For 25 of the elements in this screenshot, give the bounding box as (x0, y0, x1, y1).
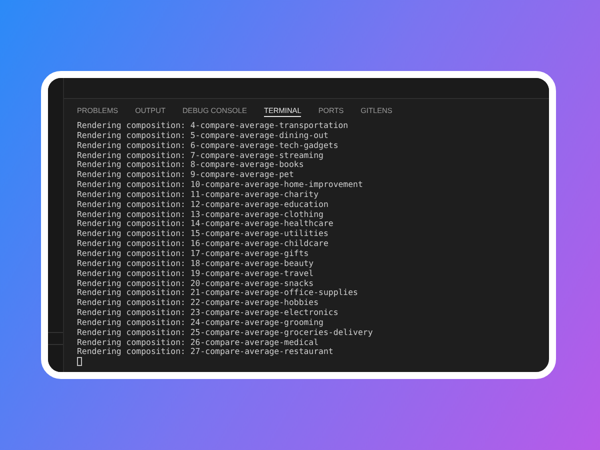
terminal-line: Rendering composition: 27-compare-average-restaurant (77, 347, 334, 358)
terminal-line: Rendering composition: 17-compare-average-gifts (77, 248, 309, 259)
terminal-line: Rendering composition: 18-compare-average-beauty (77, 258, 314, 269)
terminal-cursor (77, 357, 82, 366)
terminal-line: Rendering composition: 22-compare-average-hobbies (77, 298, 319, 308)
terminal-line: Rendering composition: 8-compare-average-books (77, 160, 304, 170)
terminal-line: Rendering composition: 25-compare-average-groceries-delivery (77, 328, 373, 338)
terminal-line: Rendering composition: 19-compare-average-travel (77, 268, 314, 278)
terminal-line: Rendering composition: 13-compare-average-clothing (77, 210, 324, 220)
terminal-line: Rendering composition: 26-compare-average-medical (77, 338, 319, 348)
terminal-line: Rendering composition: 9-compare-average-pet (77, 170, 294, 180)
terminal-line: Rendering composition: 5-compare-average-dining-out (77, 130, 328, 141)
terminal-line: Rendering composition: 7-compare-average-streaming (77, 150, 324, 160)
terminal-line: Rendering composition: 15-compare-average-utilities (77, 229, 328, 240)
terminal-line: Rendering composition: 10-compare-average-home-improvement (77, 180, 363, 190)
terminal-line: Rendering composition: 6-compare-average-tech-gadgets (77, 140, 338, 151)
terminal-line: Rendering composition: 4-compare-average-transportation (77, 121, 348, 131)
terminal-line: Rendering composition: 12-compare-average-education (77, 200, 328, 210)
terminal-line: Rendering composition: 14-compare-average-healthcare (77, 219, 334, 230)
terminal-line: Rendering composition: 23-compare-average-electronics (77, 308, 338, 318)
terminal-line: Rendering composition: 16-compare-average-childcare (77, 239, 328, 249)
terminal-line: Rendering composition: 20-compare-average-snacks (77, 278, 314, 288)
terminal-line: Rendering composition: 11-compare-average-charity (77, 190, 319, 200)
terminal-line: Rendering composition: 24-compare-average-grooming (77, 318, 324, 328)
terminal-line: Rendering composition: 21-compare-average-office-supplies (77, 288, 358, 298)
